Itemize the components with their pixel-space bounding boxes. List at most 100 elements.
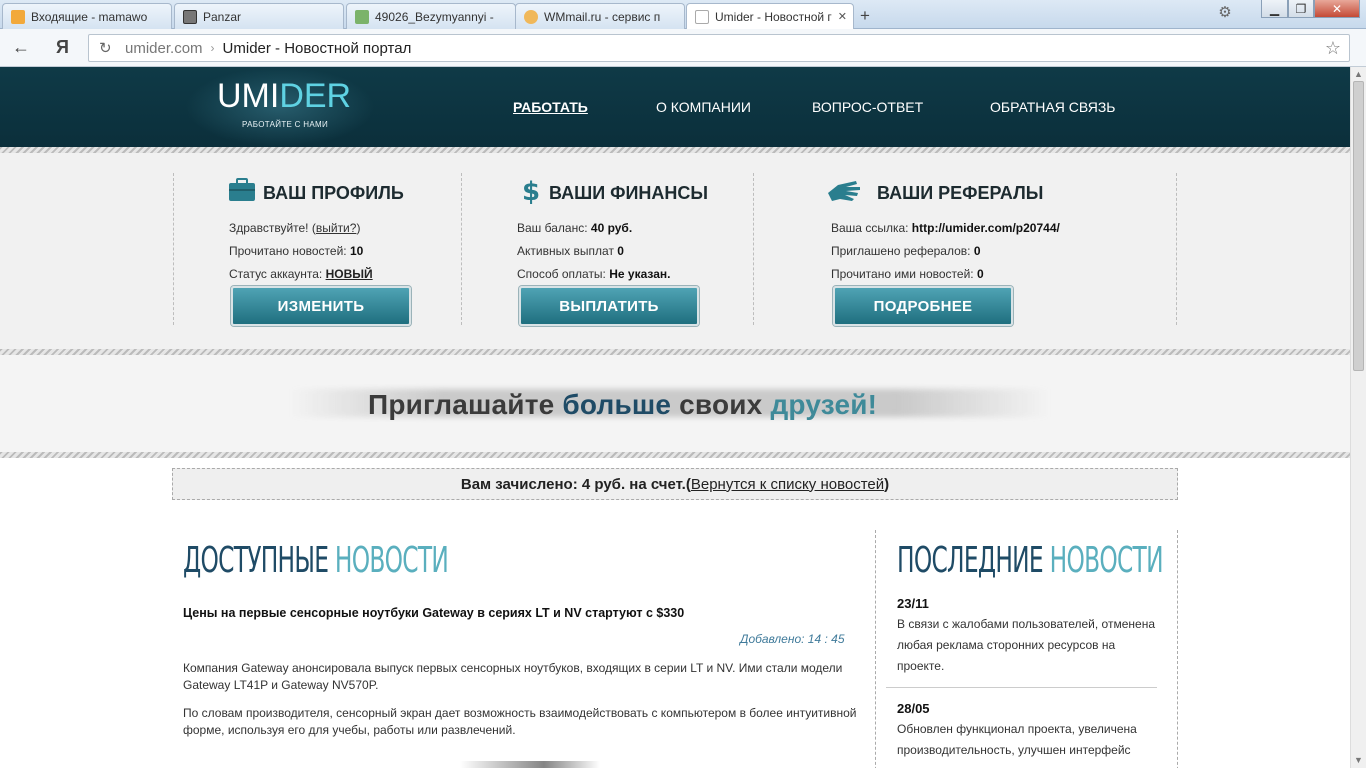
url-title: Umider - Новостной портал — [222, 39, 412, 57]
content-edge-shadow — [460, 761, 600, 768]
invited-line: Приглашено рефералов: 0 — [831, 244, 981, 258]
banner-part2: больше — [562, 389, 672, 420]
latest-news-heading: ПОСЛЕДНИЕ НОВОСТИ — [897, 540, 1164, 581]
new-tab-button[interactable]: + — [860, 6, 870, 26]
tab-label: Panzar — [203, 9, 242, 24]
referrals-title: ВАШИ РЕФЕРАЛЫ — [877, 183, 1044, 203]
minimize-button[interactable]: ▁ — [1261, 0, 1288, 18]
logout-link[interactable]: выйти? — [316, 221, 357, 235]
reload-icon[interactable]: ↻ — [99, 39, 112, 57]
site-header: UMIDER РАБОТАЙТЕ С НАМИ РАБОТАТЬ О КОМПА… — [0, 67, 1350, 147]
tab-panzar[interactable]: Panzar — [174, 3, 344, 29]
available-news-heading: ДОСТУПНЫЕ НОВОСТИ — [183, 540, 449, 581]
image-icon — [355, 9, 369, 24]
balance-value: 40 руб. — [590, 221, 633, 235]
tab-label: Входящие - mamawo — [31, 9, 148, 24]
invite-banner[interactable]: Приглашайте больше своих друзей! — [0, 355, 1350, 452]
star-icon[interactable]: ☆ — [1325, 38, 1341, 59]
back-arrow-icon[interactable]: ← — [12, 37, 30, 58]
notice-end: ) — [884, 475, 890, 493]
invited-value: 0 — [973, 244, 981, 258]
greeting-end: ) — [356, 221, 361, 235]
balance-label: Ваш баланс: — [517, 221, 591, 235]
finance-title: ВАШИ ФИНАНСЫ — [549, 183, 709, 203]
dollar-icon: $ — [522, 177, 540, 205]
side-news-date: 23/11 — [897, 596, 929, 611]
back-to-news-link[interactable]: Вернутся к списку новостей — [691, 476, 884, 493]
side-news-date: 28/05 — [897, 701, 930, 716]
maximize-button[interactable]: ❐ — [1288, 0, 1314, 18]
method-label: Способ оплаты: — [517, 267, 610, 281]
ref-link-label: Ваша ссылка: — [831, 221, 912, 235]
edit-profile-button[interactable]: ИЗМЕНИТЬ — [231, 286, 411, 326]
tab-label: 49026_Bezymyannyi - — [375, 9, 494, 24]
banner-part4: друзей! — [770, 389, 878, 420]
ref-read-line: Прочитано ими новостей: 0 — [831, 267, 984, 281]
details-button[interactable]: ПОДРОБНЕЕ — [833, 286, 1013, 326]
news-title[interactable]: Цены на первые сенсорные ноутбуки Gatewa… — [183, 606, 684, 620]
ref-read-value: 0 — [976, 267, 984, 281]
address-bar[interactable]: ↻ umider.com › Umider - Новостной портал… — [88, 34, 1350, 62]
yandex-button[interactable]: Я — [56, 37, 69, 58]
read-label: Прочитано новостей: — [229, 244, 350, 258]
nav-faq[interactable]: ВОПРОС-ОТВЕТ — [812, 99, 923, 115]
tab-wmmail[interactable]: WMmail.ru - сервис п — [515, 3, 685, 29]
payouts-value: 0 — [617, 244, 624, 258]
site-logo[interactable]: UMIDER — [217, 79, 351, 113]
page-content: UMIDER РАБОТАЙТЕ С НАМИ РАБОТАТЬ О КОМПА… — [0, 67, 1350, 768]
briefcase-icon — [229, 178, 255, 201]
greeting-text: Здравствуйте! ( — [229, 221, 316, 235]
gear-icon[interactable]: ⚙ — [1213, 3, 1237, 23]
logo-tagline: РАБОТАЙТЕ С НАМИ — [242, 120, 328, 129]
news-paragraph: По словам производителя, сенсорный экран… — [183, 706, 857, 737]
account-panel: ВАШ ПРОФИЛЬ Здравствуйте! (выйти?) Прочи… — [0, 153, 1350, 349]
scroll-thumb[interactable] — [1353, 81, 1364, 371]
window-close-button[interactable]: ✕ — [1314, 0, 1360, 18]
close-tab-icon[interactable]: ✕ — [838, 10, 847, 23]
nav-feedback[interactable]: ОБРАТНАЯ СВЯЗЬ — [990, 99, 1115, 115]
invited-label: Приглашено рефералов: — [831, 244, 974, 258]
banner-part3: своих — [671, 389, 771, 420]
withdraw-button[interactable]: ВЫПЛАТИТЬ — [519, 286, 699, 326]
banner-text: Приглашайте больше своих друзей! — [368, 389, 877, 421]
scroll-down-arrow-icon[interactable]: ▼ — [1354, 755, 1363, 765]
credit-notice: Вам зачислено: 4 руб. на счет.(Вернутся … — [172, 468, 1178, 500]
ref-link-line: Ваша ссылка: http://umider.com/p20744/ — [831, 221, 1060, 235]
method-value: Не указан. — [609, 267, 671, 281]
profile-column: ВАШ ПРОФИЛЬ Здравствуйте! (выйти?) Прочи… — [173, 173, 461, 326]
wmmail-icon — [524, 9, 538, 24]
panzar-icon — [183, 9, 197, 24]
tab-label: WMmail.ru - сервис п — [544, 9, 661, 24]
browser-toolbar: ← Я ↻ umider.com › Umider - Новостной по… — [0, 29, 1366, 67]
status-line: Статус аккаунта: НОВЫЙ — [229, 267, 373, 281]
ref-link-value[interactable]: http://umider.com/p20744/ — [912, 221, 1060, 235]
page-icon — [695, 10, 709, 24]
mail-icon — [11, 9, 25, 24]
tab-inbox[interactable]: Входящие - mamawo — [2, 3, 172, 29]
status-value[interactable]: НОВЫЙ — [326, 267, 373, 281]
nav-work[interactable]: РАБОТАТЬ — [513, 99, 588, 115]
ref-read-label: Прочитано ими новостей: — [831, 267, 977, 281]
side-news-text[interactable]: В связи с жалобами пользователей, отмене… — [897, 614, 1162, 677]
nav-about[interactable]: О КОМПАНИИ — [656, 99, 751, 115]
logo-der: DER — [279, 77, 352, 115]
payment-method-line: Способ оплаты: Не указан. — [517, 267, 670, 281]
tab-label: Umider - Новостной г — [715, 10, 832, 24]
payouts-label: Активных выплат — [517, 244, 618, 258]
hand-icon — [828, 181, 860, 201]
scroll-up-arrow-icon[interactable]: ▲ — [1354, 69, 1363, 79]
banner-part1: Приглашайте — [368, 389, 563, 420]
notice-text: Вам зачислено: 4 руб. на счет.( — [460, 475, 691, 493]
url-separator: › — [210, 41, 215, 55]
profile-title: ВАШ ПРОФИЛЬ — [263, 183, 404, 203]
browser-tab-bar: Входящие - mamawo Panzar 49026_Bezymyann… — [0, 0, 1366, 30]
tab-umider[interactable]: Umider - Новостной г ✕ — [686, 3, 854, 30]
greeting-line: Здравствуйте! (выйти?) — [229, 221, 360, 235]
payouts-line: Активных выплат 0 — [517, 244, 624, 258]
tab-image[interactable]: 49026_Bezymyannyi - — [346, 3, 516, 29]
page-scrollbar[interactable]: ▲ ▼ — [1350, 67, 1366, 768]
side-news-text[interactable]: Обновлен функционал проекта, увеличена п… — [897, 719, 1162, 761]
heading-dark: ДОСТУПНЫЕ — [183, 540, 329, 581]
svg-text:$: $ — [522, 177, 540, 205]
news-paragraph: Компания Gateway анонсировала выпуск пер… — [183, 661, 843, 692]
